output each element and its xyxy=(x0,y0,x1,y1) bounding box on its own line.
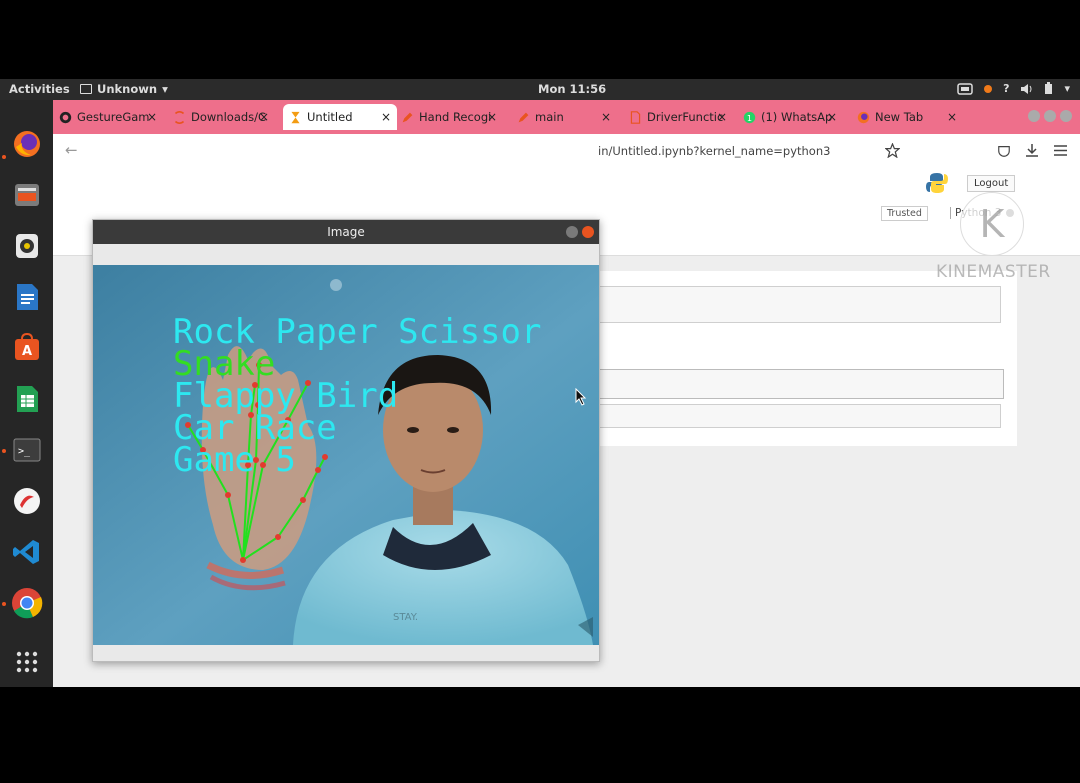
close-icon[interactable]: × xyxy=(601,110,611,124)
software-center-icon[interactable]: A xyxy=(10,331,43,364)
svg-text:A: A xyxy=(21,344,31,359)
document-icon xyxy=(630,110,641,124)
clock[interactable]: Mon 11:56 xyxy=(538,82,606,96)
code-cell[interactable] xyxy=(599,369,1004,399)
calc-icon[interactable] xyxy=(10,382,43,415)
chevron-down-icon: ▾ xyxy=(162,82,168,96)
github-icon xyxy=(59,111,72,123)
writer-icon[interactable] xyxy=(10,280,43,313)
chrome-icon[interactable] xyxy=(10,586,43,619)
battery-icon[interactable] xyxy=(1044,82,1053,95)
maximize-icon[interactable] xyxy=(1044,110,1056,122)
app-menu-label: Unknown xyxy=(97,82,158,96)
help-icon[interactable]: ? xyxy=(1003,82,1009,95)
pocket-icon[interactable] xyxy=(997,144,1011,158)
game-menu-item: Game 5 xyxy=(173,440,296,480)
tab-downloads[interactable]: Downloads/C × xyxy=(173,104,275,130)
back-arrow-icon[interactable]: ← xyxy=(65,141,78,159)
close-icon[interactable]: × xyxy=(717,110,727,124)
tab-label: Untitled xyxy=(307,110,353,124)
running-indicator xyxy=(2,602,6,606)
chevron-down-icon[interactable]: ▾ xyxy=(1064,82,1070,95)
window-title: Image xyxy=(327,225,365,239)
download-icon[interactable] xyxy=(1025,143,1039,158)
trusted-badge[interactable]: Trusted xyxy=(881,206,928,221)
code-cell[interactable] xyxy=(599,286,1001,323)
firefox-icon[interactable] xyxy=(10,127,43,160)
webcam-frame: STAY. Rock Paper Scissor Snake Flappy Bi… xyxy=(93,265,599,645)
app-menu[interactable]: Unknown ▾ xyxy=(80,82,168,96)
gnome-top-bar: Activities Unknown ▾ Mon 11:56 ? ▾ xyxy=(0,79,1080,100)
mouse-cursor-icon xyxy=(575,388,587,406)
close-icon[interactable]: × xyxy=(147,110,157,124)
logout-button[interactable]: Logout xyxy=(967,175,1016,192)
show-apps-grid-icon[interactable] xyxy=(10,645,43,678)
tab-whatsapp[interactable]: 1 (1) WhatsAp × xyxy=(743,104,843,130)
whatsapp-icon: 1 xyxy=(743,111,756,123)
running-indicator xyxy=(2,449,6,453)
ubuntu-dock: A >_ xyxy=(0,100,53,687)
tab-label: DriverFunctic xyxy=(647,110,724,124)
screen-record-icon[interactable] xyxy=(957,82,973,95)
rhythmbox-icon[interactable] xyxy=(10,229,43,262)
tab-label: New Tab xyxy=(875,110,924,124)
kinemaster-watermark: KINEMASTER xyxy=(936,262,1051,282)
window-controls xyxy=(1028,110,1072,122)
tab-label: GestureGam xyxy=(77,110,150,124)
jupyter-tab-icon xyxy=(174,110,185,124)
bookmark-star-icon[interactable] xyxy=(885,143,900,158)
tab-gesturegame[interactable]: GestureGam × xyxy=(59,104,163,130)
tab-label: main xyxy=(535,110,564,124)
close-icon[interactable]: × xyxy=(259,110,269,124)
kinemaster-logo: K xyxy=(960,192,1024,256)
system-tray[interactable]: ? ▾ xyxy=(957,82,1070,95)
window-icon xyxy=(80,84,92,94)
tab-label: (1) WhatsAp xyxy=(761,110,833,124)
tab-label: Downloads/C xyxy=(191,110,267,124)
terminal-icon[interactable]: >_ xyxy=(10,433,43,466)
kinemaster-letter: K xyxy=(980,202,1006,246)
svg-text:>_: >_ xyxy=(18,446,31,457)
close-icon[interactable]: × xyxy=(381,110,391,124)
python-logo-icon xyxy=(926,173,948,193)
minimize-icon[interactable] xyxy=(566,226,578,238)
opencv-image-window: Image STAY. Rock Paper Scissor Snake Fla… xyxy=(92,219,600,662)
volume-icon[interactable] xyxy=(1020,83,1033,95)
vscode-icon[interactable] xyxy=(10,535,43,568)
document-viewer-icon[interactable] xyxy=(10,484,43,517)
tab-untitled[interactable]: Untitled × xyxy=(283,104,397,130)
browser-toolbar: ← in/Untitled.ipynb?kernel_name=python3 xyxy=(53,134,1080,168)
tab-strip: GestureGam × Downloads/C × Untitled × Ha… xyxy=(53,100,1080,134)
edit-icon xyxy=(402,112,413,122)
desktop-screen: Activities Unknown ▾ Mon 11:56 ? ▾ A >_ … xyxy=(0,79,1080,687)
activities-button[interactable]: Activities xyxy=(9,82,70,96)
tab-label: Hand Recogi xyxy=(419,110,492,124)
notebook-container xyxy=(599,271,1017,446)
tab-main[interactable]: main × xyxy=(517,104,617,130)
edit-icon xyxy=(518,112,529,122)
close-icon[interactable] xyxy=(582,226,594,238)
address-bar[interactable]: in/Untitled.ipynb?kernel_name=python3 xyxy=(598,144,830,158)
files-icon[interactable] xyxy=(10,178,43,211)
code-cell[interactable] xyxy=(599,404,1001,428)
hamburger-menu-icon[interactable] xyxy=(1054,145,1067,156)
close-icon[interactable]: × xyxy=(947,110,957,124)
svg-text:1: 1 xyxy=(747,112,752,122)
close-icon[interactable]: × xyxy=(487,110,497,124)
hourglass-icon xyxy=(291,111,300,123)
notification-dot-icon[interactable] xyxy=(984,84,993,93)
tab-hand-recognition[interactable]: Hand Recogi × xyxy=(401,104,503,130)
window-titlebar[interactable]: Image xyxy=(93,220,599,244)
running-indicator xyxy=(2,155,6,159)
close-window-icon[interactable] xyxy=(1060,110,1072,122)
tab-new-tab[interactable]: New Tab × xyxy=(857,104,961,130)
firefox-icon xyxy=(857,111,870,123)
close-icon[interactable]: × xyxy=(827,110,837,124)
minimize-icon[interactable] xyxy=(1028,110,1040,122)
tab-driverfunction[interactable]: DriverFunctic × xyxy=(629,104,733,130)
shirt-print: STAY. xyxy=(393,612,418,623)
